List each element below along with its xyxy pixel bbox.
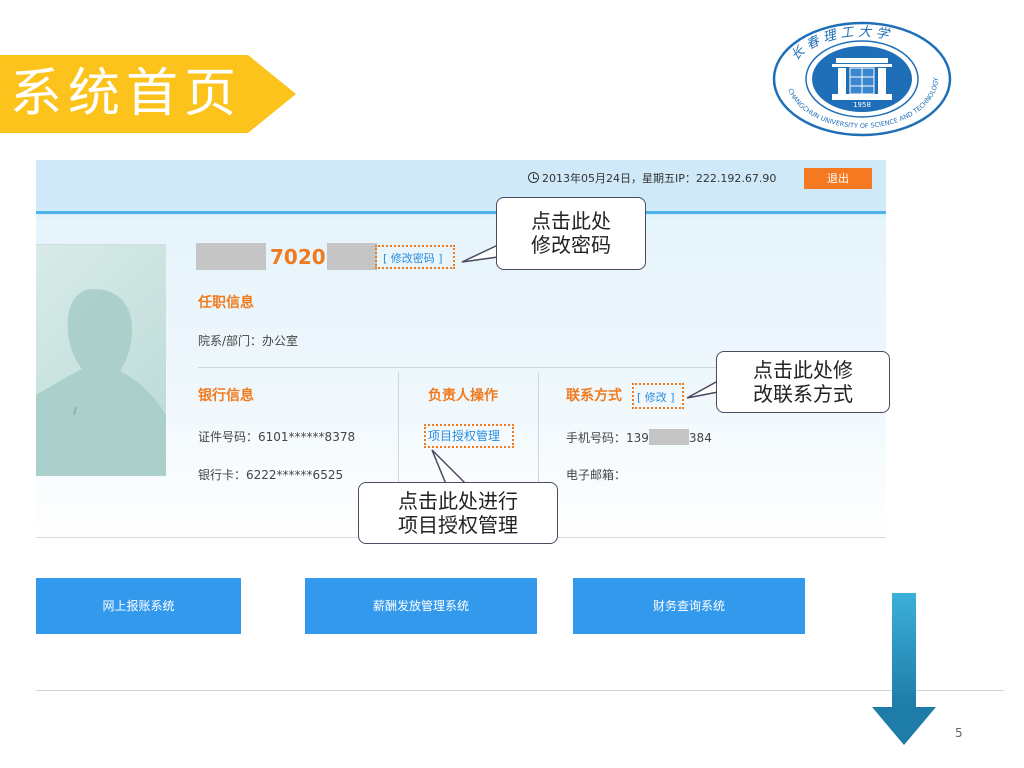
manager-ops-heading: 负责人操作 xyxy=(428,388,498,404)
salary-management-button[interactable]: 薪酬发放管理系统 xyxy=(305,578,537,634)
callout-edit-password: 点击此处 修改密码 xyxy=(496,197,646,270)
masked-phone-digits xyxy=(648,429,689,445)
column-divider-2 xyxy=(538,372,539,482)
online-reimbursement-button[interactable]: 网上报账系统 xyxy=(36,578,241,634)
title-arrow-tip xyxy=(248,55,296,133)
slide-title-banner: 系统首页 xyxy=(0,55,298,133)
id-number-row: 证件号码：6101******8378 xyxy=(198,430,356,444)
finance-query-button[interactable]: 财务查询系统 xyxy=(573,578,805,634)
logout-button[interactable]: 退出 xyxy=(804,168,872,189)
job-info-heading: 任职信息 xyxy=(198,295,254,311)
header-divider xyxy=(36,211,886,214)
avatar-silhouette-icon xyxy=(36,289,166,476)
masked-name-suffix xyxy=(327,243,377,270)
bank-info-heading: 银行信息 xyxy=(198,388,254,404)
edit-contact-highlight xyxy=(632,383,684,409)
bank-card-row: 银行卡：6222******6525 xyxy=(198,468,344,482)
project-auth-highlight xyxy=(424,424,514,448)
university-logo-icon: 长 春 理 工 大 学 CHANGCHUN UNIVERSITY OF SCIE… xyxy=(772,21,952,137)
callout-project-auth: 点击此处进行 项目授权管理 xyxy=(358,482,558,544)
edit-password-highlight xyxy=(375,245,455,269)
page-number: 5 xyxy=(955,726,963,740)
login-datetime-ip: 2013年05月24日，星期五IP：222.192.67.90 xyxy=(528,172,776,186)
masked-name-prefix xyxy=(196,243,266,270)
department-row: 院系/部门：办公室 xyxy=(198,334,299,348)
callout-edit-contact: 点击此处修 改联系方式 xyxy=(716,351,890,413)
avatar xyxy=(36,244,166,476)
clock-icon xyxy=(528,172,539,183)
contact-heading: 联系方式 xyxy=(566,388,622,404)
column-divider-1 xyxy=(398,372,399,482)
user-id-fragment: 7020 xyxy=(270,245,326,269)
logo-year: 1958 xyxy=(853,101,871,109)
phone-row: 手机号码：139 384 xyxy=(566,429,712,445)
email-row: 电子邮箱： xyxy=(566,468,627,482)
down-arrow-icon xyxy=(872,593,936,745)
bottom-rule xyxy=(36,690,1004,691)
slide-title: 系统首页 xyxy=(10,64,243,124)
